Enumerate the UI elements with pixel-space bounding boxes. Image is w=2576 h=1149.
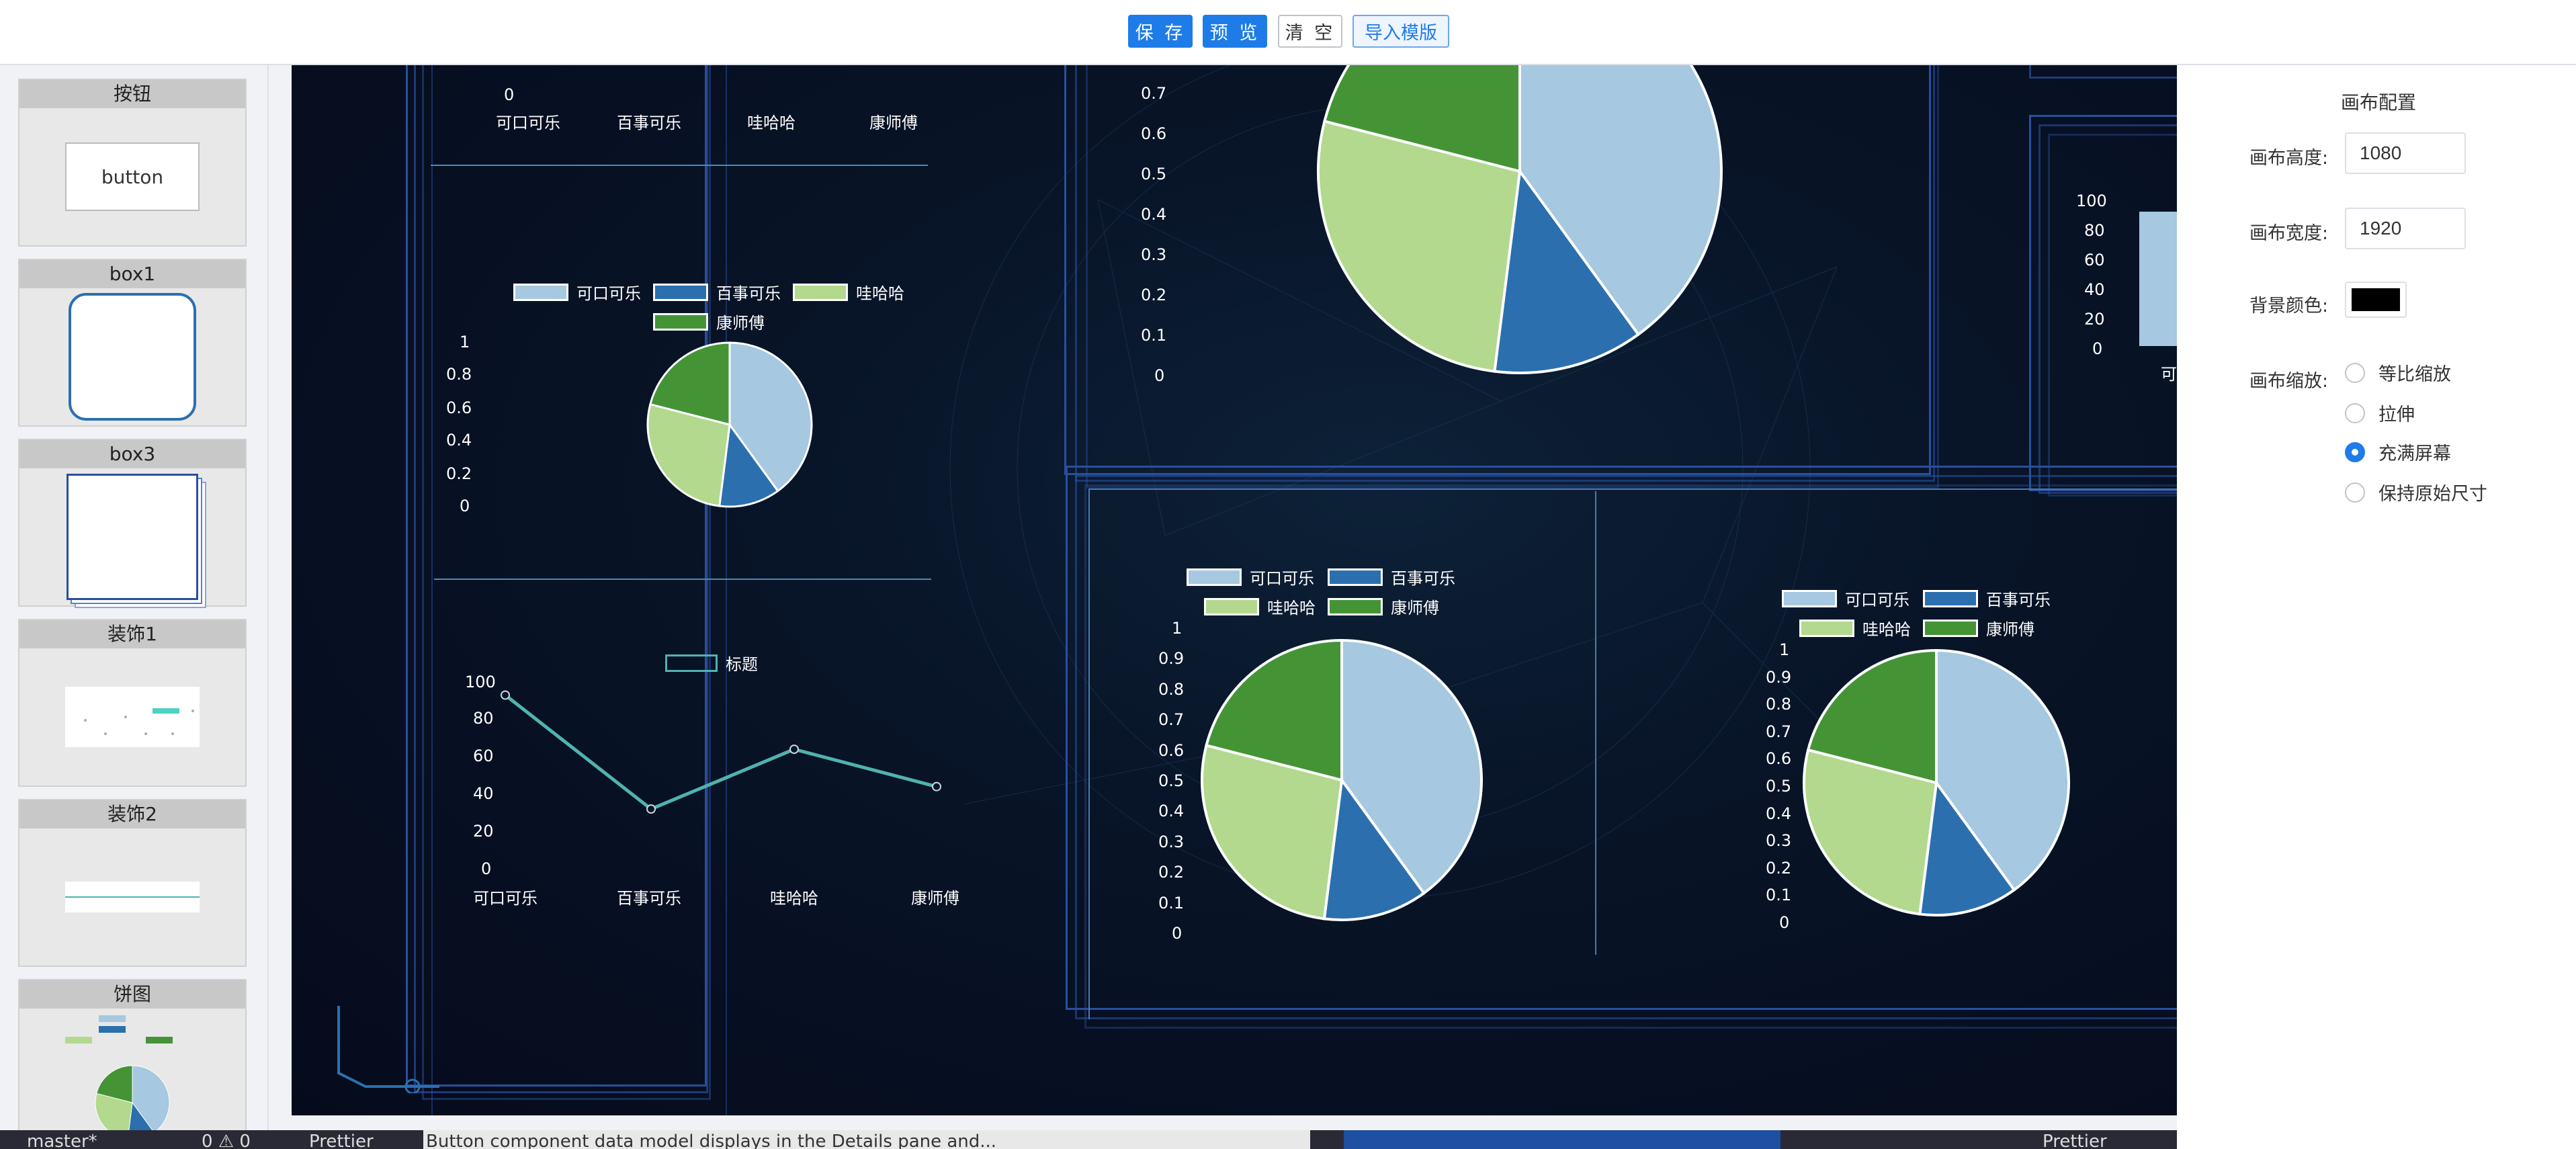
height-label: 画布高度: [2249, 148, 2329, 169]
radio-label: 保持原始尺寸 [2378, 484, 2487, 505]
palette-item-label: 饼图 [19, 980, 245, 1009]
box1-preview [69, 293, 196, 421]
design-canvas[interactable]: 0 可口可乐 百事可乐 哇哈哈 康师傅 可口可乐 百事可乐 哇哈哈 康师傅 1 … [292, 65, 2177, 1115]
config-title: 画布配置 [2341, 91, 2417, 114]
component-palette: 按钮 button box1 box3 装饰1 装饰2 饼图 [0, 65, 269, 1149]
palette-item-label: 装饰2 [19, 800, 245, 828]
scale-option-proportional[interactable]: 等比缩放 [2345, 359, 2451, 386]
color-swatch [2352, 288, 2400, 311]
git-branch[interactable]: master* [27, 1130, 97, 1149]
line-point-1 [646, 804, 656, 814]
prettier-status[interactable]: Prettier [309, 1130, 374, 1149]
line-point-3 [932, 781, 941, 792]
prettier-status-right[interactable]: Prettier [2043, 1130, 2107, 1149]
chart-layer [501, 65, 2070, 921]
line-series [504, 693, 937, 811]
scale-option-stretch[interactable]: 拉伸 [2345, 400, 2415, 426]
pie-preview [65, 1015, 173, 1140]
palette-item-preview [19, 648, 245, 785]
problems-count[interactable]: 0 ⚠ 0 [202, 1130, 251, 1149]
scale-label: 画布缩放: [2249, 371, 2329, 392]
notification-message: Button component data model displays in … [423, 1130, 1310, 1149]
radio-label: 拉伸 [2378, 405, 2415, 425]
palette-item-box3[interactable]: box3 [18, 439, 247, 607]
scale-option-original[interactable]: 保持原始尺寸 [2345, 479, 2487, 505]
palette-item-preview [19, 288, 245, 425]
palette-item-label: box3 [19, 440, 245, 468]
scale-option-fill-screen[interactable]: 充满屏幕 [2345, 439, 2451, 465]
radio-label: 等比缩放 [2378, 364, 2451, 385]
radio-label: 充满屏幕 [2378, 443, 2451, 464]
radio-dot [2345, 402, 2365, 423]
bg-color-picker[interactable] [2345, 282, 2407, 318]
save-button[interactable]: 保 存 [1128, 15, 1193, 48]
width-label: 画布宽度: [2249, 223, 2329, 244]
palette-item-label: 装饰1 [19, 620, 245, 648]
radio-dot [2345, 441, 2365, 462]
palette-item-preview [19, 468, 245, 605]
palette-item-button[interactable]: 按钮 button [18, 79, 247, 247]
import-template-button[interactable]: 导入模版 [1353, 15, 1449, 48]
palette-item-preview: button [19, 108, 245, 245]
bg-color-label: 背景颜色: [2249, 296, 2329, 316]
button-preview: button [65, 142, 200, 211]
radio-dot [2345, 362, 2365, 383]
top-toolbar: 保 存 预 览 清 空 导入模版 [0, 0, 2576, 65]
editor-status-bar: master* 0 ⚠ 0 Prettier Button component … [0, 1130, 2177, 1149]
clear-button[interactable]: 清 空 [1278, 15, 1342, 48]
taskbar-preview [1344, 1130, 1780, 1149]
canvas-height-input[interactable] [2345, 132, 2466, 174]
palette-item-pie[interactable]: 饼图 [18, 979, 247, 1149]
palette-item-preview [19, 828, 245, 966]
palette-item-decoration1[interactable]: 装饰1 [18, 619, 247, 787]
palette-item-decoration2[interactable]: 装饰2 [18, 799, 247, 967]
palette-item-box1[interactable]: box1 [18, 259, 247, 427]
palette-item-label: box1 [19, 260, 245, 288]
preview-button[interactable]: 预 览 [1203, 15, 1267, 48]
palette-item-label: 按钮 [19, 80, 245, 108]
decoration2-preview [65, 882, 200, 912]
box3-preview [67, 474, 198, 600]
line-point-0 [501, 690, 510, 700]
palette-item-preview [19, 1009, 245, 1149]
canvas-width-input[interactable] [2345, 208, 2466, 249]
decoration1-preview [65, 687, 200, 747]
canvas-config-panel: 画布配置 画布高度: 画布宽度: 背景颜色: 画布缩放: 等比缩放 拉伸 充满屏… [2177, 65, 2576, 1149]
line-point-2 [789, 744, 799, 755]
radio-dot [2345, 482, 2365, 503]
